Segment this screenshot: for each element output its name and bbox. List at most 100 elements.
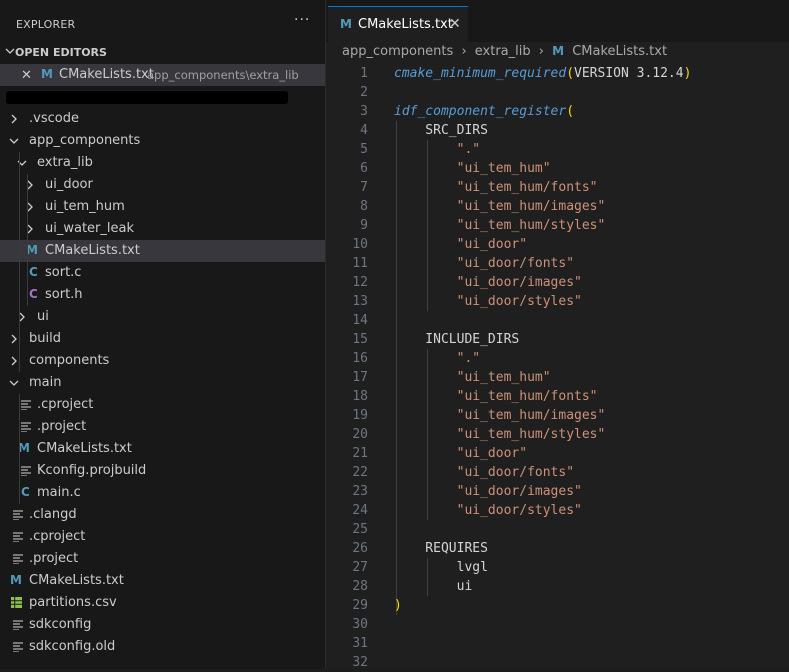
code-line[interactable]: 9 "ui_tem_hum/styles" [326,216,789,235]
code-line[interactable]: 20 "ui_tem_hum/styles" [326,425,789,444]
code-line[interactable]: 12 "ui_door/images" [326,273,789,292]
line-number: 16 [352,351,368,366]
h-file-icon: C [29,287,38,301]
line-content: "ui_door/styles" [456,503,582,518]
line-number: 10 [352,237,368,252]
text-file-icon [21,422,31,432]
tree-item[interactable]: M CMakeLists.txt [0,240,325,262]
code-line[interactable]: 2 [326,83,789,102]
line-number: 25 [352,522,368,537]
tree-item[interactable]: .vscode [0,108,325,130]
line-content: ) [394,598,402,613]
chevron-down-icon [9,138,19,144]
code-line[interactable]: 11 "ui_door/fonts" [326,254,789,273]
tree-item[interactable]: ui_water_leak [0,218,325,240]
tree-item[interactable]: .project [0,416,325,438]
code-line[interactable]: 24 "ui_door/styles" [326,501,789,520]
tree-item[interactable]: app_components [0,130,325,152]
code-line[interactable]: 8 "ui_tem_hum/images" [326,197,789,216]
code-line[interactable]: 25 [326,520,789,539]
code-line[interactable]: 32 [326,653,789,672]
breadcrumb-item[interactable]: extra_lib [475,44,531,59]
tree-item[interactable]: sdkconfig [0,614,325,636]
tree-item[interactable]: ui_tem_hum [0,196,325,218]
code-line[interactable]: 4 SRC_DIRS [326,121,789,140]
line-content: "ui_door/fonts" [456,256,575,271]
tree-item-label: ui [37,309,49,324]
tree-item[interactable]: Csort.c [0,262,325,284]
tree-item[interactable]: Csort.h [0,284,325,306]
tree-item[interactable]: partitions.csv [0,592,325,614]
open-editor-item[interactable]: ✕ M CMakeLists.txt app_components\extra_… [0,64,325,86]
code-line[interactable]: 26 REQUIRES [326,539,789,558]
line-content: INCLUDE_DIRS [394,332,520,347]
chevron-right-icon: › [538,44,544,59]
code-line[interactable]: 31 [326,634,789,653]
breadcrumb-item[interactable]: app_components [342,44,453,59]
tab-label: CMakeLists.txt [358,17,453,32]
tree-item[interactable]: main [0,372,325,394]
line-number: 24 [352,503,368,518]
tree-item[interactable]: sdkconfig.old [0,636,325,658]
tree-item[interactable]: M CMakeLists.txt [0,438,325,460]
tree-item[interactable]: .project [0,548,325,570]
code-line[interactable]: 27 lvgl [326,558,789,577]
explorer-title: EXPLORER [16,18,76,31]
tree-item[interactable]: .cproject [0,526,325,548]
tree-item-label: Kconfig.projbuild [37,463,147,478]
code-line[interactable]: 14 [326,311,789,330]
line-number: 18 [352,389,368,404]
code-line[interactable]: 7 "ui_tem_hum/fonts" [326,178,789,197]
tree-item[interactable]: .clangd [0,504,325,526]
code-line[interactable]: 5 "." [326,140,789,159]
code-line[interactable]: 19 "ui_tem_hum/images" [326,406,789,425]
code-line[interactable]: 10 "ui_door" [326,235,789,254]
code-line[interactable]: 18 "ui_tem_hum/fonts" [326,387,789,406]
tree-item-label: .vscode [29,111,79,126]
line-content: "ui_tem_hum/styles" [456,427,606,442]
tree-item[interactable]: ui [0,306,325,328]
code-line[interactable]: 6 "ui_tem_hum" [326,159,789,178]
code-line[interactable]: 13 "ui_door/styles" [326,292,789,311]
tree-item-label: main.c [37,485,81,500]
chevron-right-icon [27,224,33,234]
line-content: cmake_minimum_required(VERSION 3.12.4) [394,66,692,81]
code-line[interactable]: 29) [326,596,789,615]
code-line[interactable]: 28 ui [326,577,789,596]
code-line[interactable]: 22 "ui_door/fonts" [326,463,789,482]
tree-item[interactable]: ui_door [0,174,325,196]
code-line[interactable]: 16 "." [326,349,789,368]
line-content: ui [394,579,473,594]
line-number: 12 [352,275,368,290]
close-icon[interactable]: ✕ [449,16,461,32]
line-content: REQUIRES [394,541,488,556]
code-line[interactable]: 21 "ui_door" [326,444,789,463]
more-actions-icon[interactable]: ··· [294,12,310,28]
code-line[interactable]: 1 cmake_minimum_required(VERSION 3.12.4) [326,64,789,83]
code-line[interactable]: 15 INCLUDE_DIRS [326,330,789,349]
tree-item[interactable]: Kconfig.projbuild [0,460,325,482]
tree-indent-guide [19,152,20,372]
tree-item[interactable]: build [0,328,325,350]
line-number: 4 [360,123,368,138]
breadcrumb-item[interactable]: CMakeLists.txt [572,44,667,59]
explorer-sidebar: EXPLORER ··· OPEN EDITORS ✕ M CMakeLists… [0,0,326,669]
code-line[interactable]: 3 idf_component_register( [326,102,789,121]
close-icon[interactable]: ✕ [21,68,32,83]
open-editors-header[interactable]: OPEN EDITORS [0,42,325,64]
line-number: 14 [352,313,368,328]
code-line[interactable]: 17 "ui_tem_hum" [326,368,789,387]
tree-item[interactable]: .cproject [0,394,325,416]
tree-item[interactable]: Cmain.c [0,482,325,504]
code-line[interactable]: 23 "ui_door/images" [326,482,789,501]
line-number: 21 [352,446,368,461]
tree-item[interactable]: extra_lib [0,152,325,174]
tree-item[interactable]: components [0,350,325,372]
tree-item[interactable]: M CMakeLists.txt [0,570,325,592]
code-line[interactable]: 30 [326,615,789,634]
line-number: 27 [352,560,368,575]
editor-area: M CMakeLists.txt ✕ app_components › extr… [326,0,789,672]
text-file-icon [13,620,23,630]
tab-cmakelists[interactable]: M CMakeLists.txt ✕ [328,6,468,43]
line-content: "ui_tem_hum/fonts" [456,389,598,404]
